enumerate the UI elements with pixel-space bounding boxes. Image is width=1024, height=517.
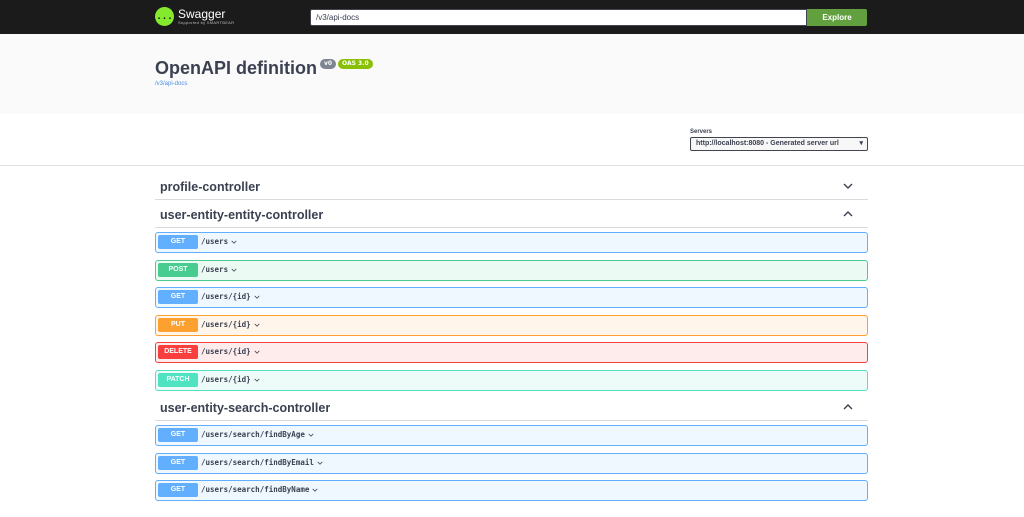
operation-post-row[interactable]: POST/users bbox=[155, 259, 868, 281]
operation-path: /users/{id} bbox=[201, 292, 262, 301]
operation-patch-row[interactable]: PATCH/users/{id} bbox=[155, 369, 868, 391]
chevron-down-icon bbox=[312, 488, 318, 492]
info-section: OpenAPI definition v0 OAS 3.0 /v3/api-do… bbox=[0, 34, 1024, 114]
method-badge: POST bbox=[158, 262, 198, 277]
method-badge: GET bbox=[158, 483, 198, 497]
tag-section-user-entity-search-controller[interactable]: user-entity-search-controller bbox=[155, 395, 868, 421]
swagger-logo[interactable]: {...} Swagger Supported by SMARTBEAR bbox=[151, 7, 235, 26]
operation-path-text: /users/{id} bbox=[201, 347, 251, 356]
chevron-down-icon bbox=[254, 295, 260, 299]
operation-get-row[interactable]: GET/users/search/findByEmail bbox=[155, 452, 868, 474]
tag-title: user-entity-search-controller bbox=[160, 401, 331, 415]
operation-path-text: /users/search/findByName bbox=[201, 485, 310, 494]
version-badge: v0 bbox=[320, 59, 337, 69]
operation-path: /users/{id} bbox=[201, 375, 262, 384]
operation-path-text: /users/search/findByAge bbox=[201, 430, 305, 439]
operation-get-row[interactable]: GET/users/search/findByAge bbox=[155, 425, 868, 446]
chevron-down-icon: ▾ bbox=[859, 140, 863, 147]
operation-path-text: /users bbox=[201, 237, 229, 246]
operation-delete-row[interactable]: DELETE/users/{id} bbox=[155, 342, 868, 363]
logo-name: Swagger bbox=[178, 7, 226, 21]
chevron-down-icon bbox=[254, 378, 260, 382]
method-badge: GET bbox=[158, 428, 198, 442]
chevron-down-icon bbox=[231, 240, 237, 244]
operation-path: /users/search/findByAge bbox=[201, 430, 316, 439]
operation-path: /users bbox=[201, 237, 239, 246]
chevron-down-icon bbox=[254, 350, 260, 354]
chevron-down-icon bbox=[308, 433, 314, 437]
method-badge: GET bbox=[158, 455, 198, 470]
operation-path: /users bbox=[201, 265, 239, 274]
servers-label: Servers bbox=[690, 129, 713, 135]
operation-get-row[interactable]: GET/users/{id} bbox=[155, 287, 868, 308]
explore-button[interactable]: Explore bbox=[807, 9, 867, 26]
method-badge: GET bbox=[158, 235, 198, 249]
oas-badge: OAS 3.0 bbox=[338, 59, 373, 69]
chevron-down-icon bbox=[254, 323, 260, 327]
operation-path: /users/search/findByEmail bbox=[201, 458, 325, 467]
chevron-down-icon bbox=[231, 268, 237, 272]
chevron-up-icon bbox=[843, 211, 853, 217]
servers-select[interactable]: http://localhost:8080 - Generated server… bbox=[690, 137, 868, 151]
operation-path: /users/{id} bbox=[201, 347, 262, 356]
operation-path-text: /users/{id} bbox=[201, 374, 251, 384]
operation-path: /users/{id} bbox=[201, 320, 262, 329]
api-docs-link[interactable]: /v3/api-docs bbox=[155, 81, 187, 87]
operation-get-row[interactable]: GET/users/search/findByName bbox=[155, 480, 868, 501]
api-url-input[interactable] bbox=[310, 9, 807, 26]
operation-get-row[interactable]: GET/users bbox=[155, 232, 868, 253]
tag-title: profile-controller bbox=[160, 180, 261, 194]
top-bar: {...} Swagger Supported by SMARTBEAR Exp… bbox=[0, 0, 1024, 34]
method-badge: PUT bbox=[158, 317, 198, 332]
tag-section-user-entity-entity-controller[interactable]: user-entity-entity-controller bbox=[155, 202, 868, 228]
swagger-logo-icon: {...} bbox=[151, 7, 178, 26]
method-badge: PATCH bbox=[158, 372, 198, 387]
operation-put-row[interactable]: PUT/users/{id} bbox=[155, 314, 868, 336]
logo-subtitle: Supported by SMARTBEAR bbox=[178, 20, 235, 25]
chevron-down-icon bbox=[843, 183, 853, 189]
tag-title: user-entity-entity-controller bbox=[160, 208, 324, 222]
operation-path-text: /users/search/findByEmail bbox=[201, 457, 314, 467]
servers-section: Servers http://localhost:8080 - Generate… bbox=[0, 114, 1024, 166]
method-badge: DELETE bbox=[158, 345, 198, 359]
method-badge: GET bbox=[158, 290, 198, 304]
page-title: OpenAPI definition bbox=[155, 58, 317, 78]
chevron-down-icon bbox=[317, 461, 323, 465]
servers-selected-value: http://localhost:8080 - Generated server… bbox=[696, 140, 839, 147]
operation-path-text: /users/{id} bbox=[201, 292, 251, 301]
operation-path-text: /users/{id} bbox=[201, 319, 251, 329]
chevron-up-icon bbox=[843, 404, 853, 410]
tag-section-profile-controller[interactable]: profile-controller bbox=[155, 174, 868, 200]
operation-path: /users/search/findByName bbox=[201, 485, 320, 494]
operation-path-text: /users bbox=[201, 264, 229, 274]
